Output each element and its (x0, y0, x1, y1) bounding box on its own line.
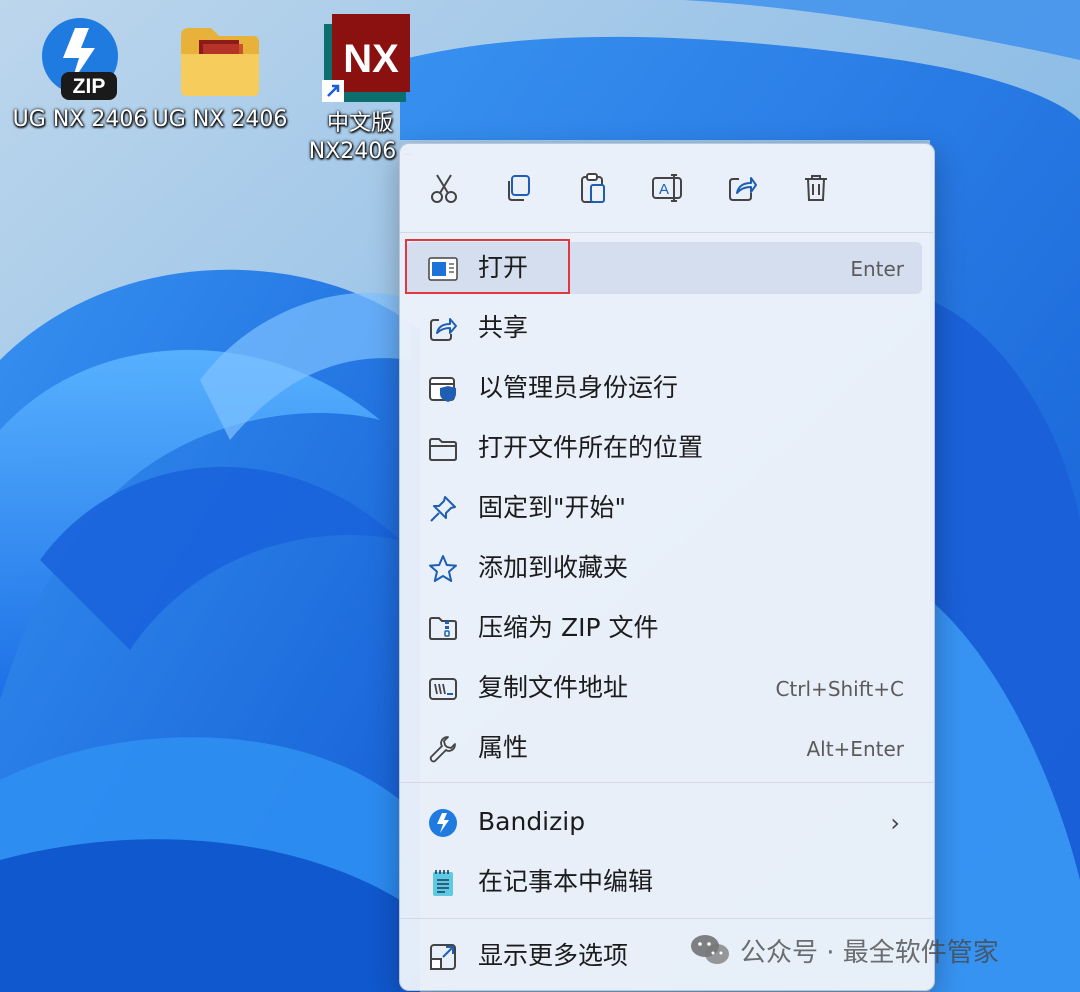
svg-text:A: A (659, 181, 669, 198)
menu-item-share[interactable]: 共享 (406, 302, 922, 354)
annotation-highlight-box (405, 239, 570, 294)
delete-icon (805, 175, 827, 201)
desktop-icon-ugnx-folder[interactable]: UG NX 2406 (150, 10, 290, 134)
menu-item-compress-zip[interactable]: 压缩为 ZIP 文件 (406, 602, 922, 654)
menu-separator (400, 232, 934, 233)
cut-button[interactable] (426, 170, 462, 206)
menu-item-run-as-admin[interactable]: 以管理员身份运行 (406, 362, 922, 414)
zip-icon (428, 614, 458, 644)
run-as-admin-icon (428, 374, 458, 404)
menu-item-shortcut: Enter (850, 257, 904, 281)
menu-item-label: 压缩为 ZIP 文件 (478, 613, 659, 642)
watermark: 公众号 · 最全软件管家 (690, 928, 999, 972)
pin-icon (428, 494, 458, 524)
chevron-right-icon: › (890, 809, 900, 837)
copy-icon (508, 175, 530, 201)
menu-item-label: Bandizip (478, 807, 586, 836)
menu-item-label: 属性 (478, 733, 529, 762)
delete-button[interactable] (798, 170, 834, 206)
context-toolbar: A (400, 144, 934, 230)
menu-item-bandizip[interactable]: Bandizip › (406, 796, 922, 848)
menu-item-label: 共享 (478, 313, 529, 342)
rename-icon: A (652, 174, 682, 202)
folder-file-icon (181, 28, 259, 96)
share-button[interactable] (724, 170, 760, 206)
menu-item-label: 打开文件所在的位置 (478, 433, 704, 462)
desktop-icon-label: UG NX 2406 (152, 107, 288, 132)
share-icon (428, 314, 458, 344)
desktop-icon-ugnx-zip[interactable]: ZIP UG NX 2406 (10, 10, 150, 134)
menu-item-label: 固定到"开始" (478, 493, 626, 522)
menu-item-label: 复制文件地址 (478, 673, 629, 702)
menu-item-edit-notepad[interactable]: 在记事本中编辑 (406, 856, 922, 908)
menu-item-add-favorites[interactable]: 添加到收藏夹 (406, 542, 922, 594)
menu-item-label: 在记事本中编辑 (478, 867, 654, 896)
bandizip-file-icon: ZIP (42, 18, 118, 100)
folder-icon (428, 434, 458, 464)
menu-item-label: 显示更多选项 (478, 941, 629, 970)
menu-separator (400, 782, 934, 783)
wechat-icon (691, 935, 729, 964)
svg-text:ZIP: ZIP (73, 75, 106, 98)
copy-path-icon (428, 674, 458, 704)
notepad-icon (428, 868, 458, 898)
menu-item-label: 添加到收藏夹 (478, 553, 629, 582)
desktop-icon-label: UG NX 2406 (12, 107, 148, 132)
bandizip-icon (428, 808, 458, 838)
menu-item-label: 以管理员身份运行 (478, 373, 679, 402)
share-icon (729, 177, 757, 201)
nx-app-icon: NX (322, 14, 410, 102)
svg-text:NX: NX (343, 37, 399, 81)
paste-button[interactable] (575, 170, 611, 206)
watermark-text: 公众号 · 最全软件管家 (740, 937, 999, 968)
wrench-icon (428, 734, 458, 764)
menu-item-copy-path[interactable]: 复制文件地址 Ctrl+Shift+C (406, 662, 922, 714)
star-icon (428, 554, 458, 584)
menu-item-shortcut: Ctrl+Shift+C (775, 677, 904, 701)
paste-icon (581, 173, 605, 203)
show-more-icon (428, 942, 458, 972)
menu-item-open-location[interactable]: 打开文件所在的位置 (406, 422, 922, 474)
menu-separator (400, 918, 934, 919)
cut-icon (431, 174, 457, 203)
menu-item-properties[interactable]: 属性 Alt+Enter (406, 722, 922, 774)
rename-button[interactable]: A (649, 170, 685, 206)
menu-item-shortcut: Alt+Enter (806, 737, 904, 761)
menu-item-pin-to-start[interactable]: 固定到"开始" (406, 482, 922, 534)
copy-button[interactable] (500, 170, 536, 206)
